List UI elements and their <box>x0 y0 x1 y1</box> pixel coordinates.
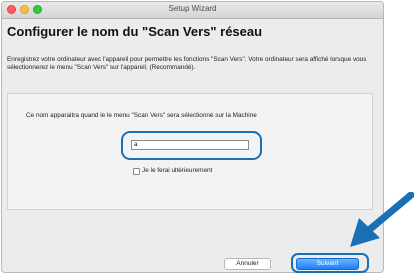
cancel-button[interactable]: Annuler <box>224 258 271 270</box>
input-highlight-callout <box>121 131 262 160</box>
do-later-checkbox[interactable] <box>133 168 140 175</box>
do-later-label[interactable]: Je le ferai ultérieurement <box>142 167 212 174</box>
title-bar: Setup Wizard <box>2 2 383 19</box>
panel-description: Ce nom apparaitra quand le le menu "Scan… <box>26 112 257 119</box>
next-button-highlight-callout <box>291 253 369 273</box>
window-title: Setup Wizard <box>168 4 217 13</box>
intro-text: Enregistrez votre ordinateur avec l'appa… <box>7 56 367 72</box>
page-heading: Configurer le nom du "Scan Vers" réseau <box>7 24 263 39</box>
pointer-arrow-icon <box>350 192 414 247</box>
